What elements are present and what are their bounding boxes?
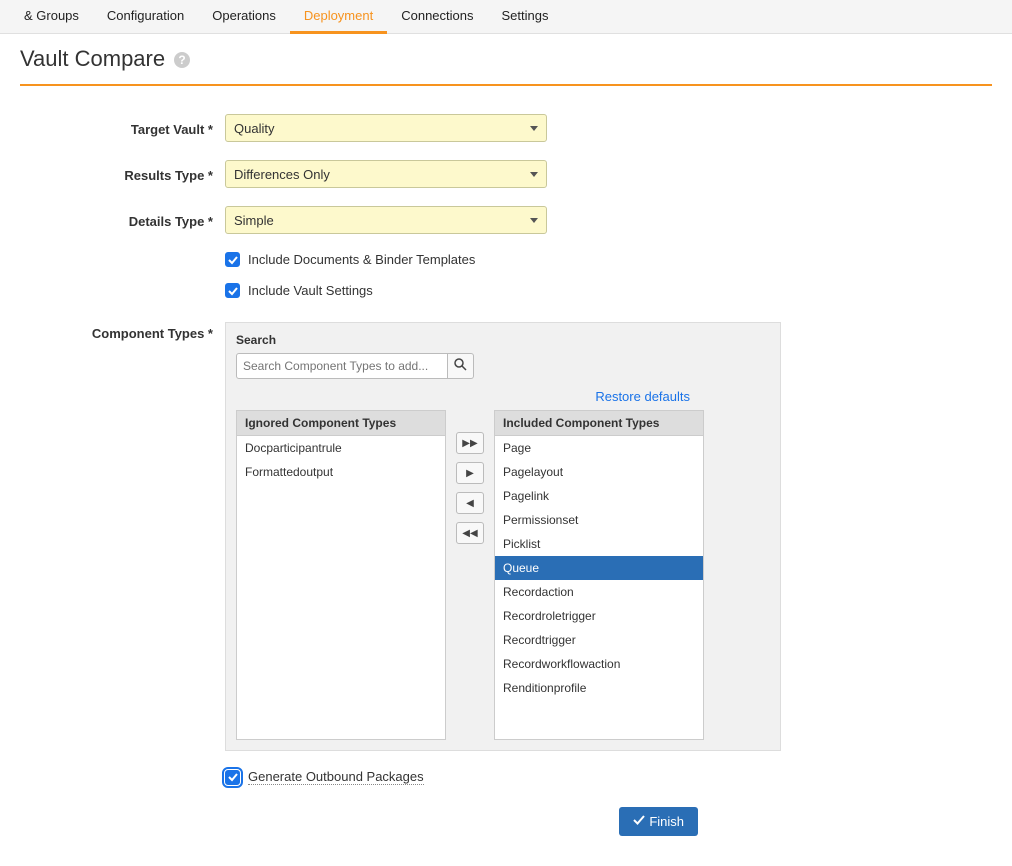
list-item[interactable]: Pagelayout [495, 460, 703, 484]
list-item[interactable]: Recordworkflowaction [495, 652, 703, 676]
list-item[interactable]: Picklist [495, 532, 703, 556]
move-left-button[interactable]: ◀ [456, 492, 484, 514]
results-type-label: Results Type * [20, 166, 225, 183]
details-type-row: Details Type * Simple [20, 206, 992, 234]
search-input[interactable] [236, 353, 448, 379]
target-vault-label: Target Vault * [20, 120, 225, 137]
ignored-list-body[interactable]: DocparticipantruleFormattedoutput [237, 436, 445, 739]
move-buttons: ▶▶ ▶ ◀ ◀◀ [456, 410, 484, 740]
included-list-header: Included Component Types [495, 411, 703, 436]
list-item[interactable]: Recordtrigger [495, 628, 703, 652]
list-item[interactable]: Permissionset [495, 508, 703, 532]
search-button[interactable] [448, 353, 474, 379]
finish-button[interactable]: Finish [619, 807, 698, 836]
finish-row: Finish [20, 807, 992, 836]
results-type-select[interactable]: Differences Only [225, 160, 547, 188]
tab-connections[interactable]: Connections [387, 0, 487, 34]
list-item[interactable]: Renditionprofile [495, 676, 703, 700]
finish-label: Finish [649, 814, 684, 829]
search-icon [454, 358, 467, 374]
generate-packages-checkbox[interactable] [225, 770, 240, 785]
tab-operations[interactable]: Operations [198, 0, 290, 34]
component-types-row: Component Types * Search Restore default… [20, 322, 992, 751]
target-vault-value: Quality [234, 121, 274, 136]
list-item[interactable]: Page [495, 436, 703, 460]
include-settings-row: Include Vault Settings [225, 283, 992, 298]
chevron-down-icon [530, 126, 538, 131]
include-settings-checkbox[interactable] [225, 283, 240, 298]
main-content: Vault Compare ? Target Vault * Quality R… [0, 34, 1012, 866]
included-list-body[interactable]: PagePagelayoutPagelinkPermissionsetPickl… [495, 436, 703, 739]
list-item[interactable]: Queue [495, 556, 703, 580]
tab-deployment[interactable]: Deployment [290, 0, 387, 34]
chevron-down-icon [530, 218, 538, 223]
generate-packages-row: Generate Outbound Packages [225, 769, 992, 785]
ignored-list-header: Ignored Component Types [237, 411, 445, 436]
chevron-left-icon: ◀ [466, 498, 474, 509]
component-types-label: Component Types * [20, 322, 225, 341]
results-type-value: Differences Only [234, 167, 330, 182]
check-icon [633, 814, 649, 829]
list-item[interactable]: Docparticipantrule [237, 436, 445, 460]
tab--groups[interactable]: & Groups [10, 0, 93, 34]
tab-configuration[interactable]: Configuration [93, 0, 198, 34]
results-type-row: Results Type * Differences Only [20, 160, 992, 188]
search-row [236, 353, 770, 379]
details-type-label: Details Type * [20, 212, 225, 229]
component-types-box: Search Restore defaults Ignored Componen… [225, 322, 781, 751]
chevron-right-icon: ▶ [466, 468, 474, 479]
move-all-left-button[interactable]: ◀◀ [456, 522, 484, 544]
details-type-select[interactable]: Simple [225, 206, 547, 234]
included-list-box: Included Component Types PagePagelayoutP… [494, 410, 704, 740]
ignored-list-box: Ignored Component Types Docparticipantru… [236, 410, 446, 740]
restore-defaults-link[interactable]: Restore defaults [236, 389, 770, 404]
include-docs-checkbox[interactable] [225, 252, 240, 267]
include-docs-row: Include Documents & Binder Templates [225, 252, 992, 267]
help-icon[interactable]: ? [173, 51, 191, 69]
tab-settings[interactable]: Settings [488, 0, 563, 34]
list-item[interactable]: Pagelink [495, 484, 703, 508]
generate-packages-label[interactable]: Generate Outbound Packages [248, 769, 424, 785]
move-right-button[interactable]: ▶ [456, 462, 484, 484]
title-divider [20, 84, 992, 86]
double-chevron-right-icon: ▶▶ [462, 438, 477, 449]
svg-text:?: ? [178, 53, 185, 67]
target-vault-select[interactable]: Quality [225, 114, 547, 142]
double-chevron-left-icon: ◀◀ [462, 528, 477, 539]
list-item[interactable]: Recordroletrigger [495, 604, 703, 628]
list-item[interactable]: Formattedoutput [237, 460, 445, 484]
list-item[interactable]: Recordaction [495, 580, 703, 604]
include-settings-label: Include Vault Settings [248, 283, 373, 298]
chevron-down-icon [530, 172, 538, 177]
target-vault-row: Target Vault * Quality [20, 114, 992, 142]
page-title-row: Vault Compare ? [20, 46, 992, 78]
tab-bar: & GroupsConfigurationOperationsDeploymen… [0, 0, 1012, 34]
move-all-right-button[interactable]: ▶▶ [456, 432, 484, 454]
dual-list: Ignored Component Types Docparticipantru… [236, 410, 770, 740]
page-title: Vault Compare [20, 46, 165, 72]
details-type-value: Simple [234, 213, 274, 228]
search-label: Search [236, 333, 770, 347]
include-docs-label: Include Documents & Binder Templates [248, 252, 475, 267]
